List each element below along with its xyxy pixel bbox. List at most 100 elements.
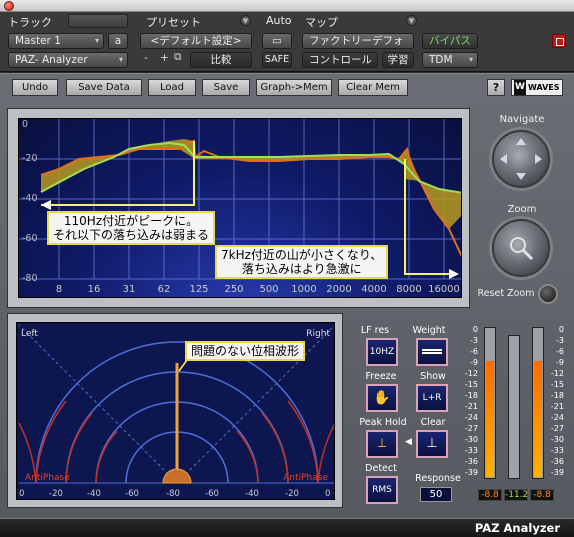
meter-left-readout[interactable]: -8.8 bbox=[478, 489, 502, 501]
show-button[interactable]: L+R bbox=[416, 384, 448, 412]
navigate-pad[interactable] bbox=[492, 130, 550, 188]
phase-scale-tick: -20 bbox=[285, 489, 299, 499]
show-label: Show bbox=[420, 371, 446, 382]
pro-tools-plugin-header: トラック プリセット ▼ Auto マップ ▼ Master 1 ▾ a PAZ-… bbox=[0, 12, 574, 72]
annotation-high-frequency: 7kHz付近の山が小さくなり、 落ち込みはより急激に bbox=[215, 245, 389, 279]
load-button[interactable]: Load bbox=[148, 79, 196, 96]
weight-button[interactable] bbox=[416, 338, 448, 366]
meter-scale-tick: -3 bbox=[470, 336, 478, 345]
meter-left-fill bbox=[486, 360, 494, 477]
x-tick: 8 bbox=[55, 284, 63, 295]
map-menu-arrow-icon[interactable]: ▼ bbox=[406, 15, 417, 26]
x-tick: 500 bbox=[259, 284, 279, 295]
navigate-label: Navigate bbox=[499, 114, 545, 125]
meter-scale-tick: 0 bbox=[472, 325, 478, 334]
auto-caption: Auto bbox=[266, 14, 292, 27]
tdm-select[interactable]: TDM ▾ bbox=[422, 52, 478, 68]
magnifier-icon bbox=[510, 237, 534, 261]
clear-mem-button[interactable]: Clear Mem bbox=[338, 79, 408, 96]
detect-button[interactable]: RMS bbox=[366, 476, 398, 504]
factory-default-label: ファクトリーデフォ bbox=[309, 35, 404, 47]
zoom-knob[interactable] bbox=[492, 219, 550, 277]
meter-scale-right: 0 -3 -6 -9 -12 -15 -18 -21 -24 -27 -30 -… bbox=[548, 325, 566, 477]
meter-scale-tick: -36 bbox=[550, 457, 564, 466]
freeze-button[interactable]: ✋ bbox=[366, 384, 398, 412]
meter-scale-tick: -6 bbox=[470, 347, 478, 356]
track-channel-button[interactable]: a bbox=[108, 33, 128, 49]
phase-scale-tick: -60 bbox=[125, 489, 139, 499]
preset-minus-button[interactable]: - bbox=[144, 52, 148, 64]
meter-right bbox=[532, 327, 544, 479]
meter-right-readout[interactable]: -8.8 bbox=[530, 489, 554, 501]
compare-button[interactable]: 比較 bbox=[190, 52, 252, 68]
x-tick: 16 bbox=[87, 284, 101, 295]
waves-logo: WAVES bbox=[511, 79, 563, 96]
reset-zoom-button[interactable] bbox=[538, 284, 558, 304]
phase-base-icon bbox=[162, 468, 192, 484]
phase-right-label: Right bbox=[306, 329, 330, 339]
x-tick: 16000 bbox=[428, 284, 460, 295]
phase-meter-screen[interactable]: Left Right AntiPhase AntiPhase 問題のない位相波形… bbox=[16, 322, 335, 500]
plugin-footer: PAZ Analyzer bbox=[0, 518, 574, 537]
automation-window-button[interactable]: ▭ bbox=[262, 33, 292, 49]
help-button[interactable]: ? bbox=[487, 79, 505, 96]
plugin-select[interactable]: PAZ- Analyzer ▾ bbox=[8, 52, 128, 68]
meter-scale-tick: -15 bbox=[550, 380, 564, 389]
annotation-line: それ以下の落ち込みは弱まる bbox=[53, 228, 210, 242]
freeze-label: Freeze bbox=[365, 371, 397, 382]
meter-scale-tick: -33 bbox=[464, 446, 478, 455]
meter-scale-tick: -3 bbox=[556, 336, 564, 345]
preset-select[interactable]: <デフォルト設定> bbox=[140, 33, 252, 49]
frequency-analyzer-screen[interactable]: 0 -20 -40 -60 -80 8 16 31 62 125 250 500… bbox=[18, 118, 462, 298]
undo-button[interactable]: Undo bbox=[12, 79, 58, 96]
annotation-phase: 問題のない位相波形 bbox=[185, 341, 306, 361]
copy-settings-icon[interactable]: ⧉ bbox=[174, 51, 182, 64]
antiphase-right-label: AntiPhase bbox=[283, 473, 328, 483]
meter-scale-tick: -27 bbox=[550, 424, 564, 433]
graph-to-mem-button[interactable]: Graph->Mem bbox=[256, 79, 332, 96]
learn-button[interactable]: 学習 bbox=[382, 52, 414, 68]
peak-hold-button[interactable]: ⟂ bbox=[366, 430, 398, 458]
safe-button[interactable]: SAFE bbox=[262, 52, 292, 68]
clear-peak-button[interactable]: ⊥ bbox=[416, 430, 448, 458]
preset-plus-button[interactable]: + bbox=[160, 52, 169, 64]
antiphase-arc bbox=[287, 400, 319, 484]
meter-mid-readout[interactable]: -11.2 bbox=[504, 489, 528, 501]
x-tick: 250 bbox=[224, 284, 244, 295]
window-icon: ▭ bbox=[272, 35, 282, 47]
phase-scale-tick: -40 bbox=[87, 489, 101, 499]
meter-right-fill bbox=[534, 360, 542, 477]
meter-scale-tick: -21 bbox=[464, 402, 478, 411]
control-select[interactable]: コントロール bbox=[302, 52, 378, 68]
y-tick: -20 bbox=[22, 153, 38, 164]
save-button[interactable]: Save bbox=[202, 79, 250, 96]
clear-icon: ⊥ bbox=[426, 436, 438, 451]
preset-name: <デフォルト設定> bbox=[150, 35, 242, 47]
meter-scale-tick: -12 bbox=[550, 369, 564, 378]
phase-scale-tick: -40 bbox=[245, 489, 259, 499]
meter-scale-tick: -9 bbox=[470, 358, 478, 367]
arrow-left-icon bbox=[41, 200, 51, 210]
antiphase-arc bbox=[95, 430, 118, 484]
close-plugin-icon[interactable] bbox=[552, 34, 566, 48]
save-data-button[interactable]: Save Data bbox=[66, 79, 142, 96]
analyzer-controls: LF res 10HZ Weight Freeze ✋ Show L+R Pea… bbox=[348, 313, 461, 508]
meter-scale-tick: -24 bbox=[550, 413, 564, 422]
meter-correlation bbox=[508, 335, 520, 479]
phase-scale-tick: 0 bbox=[19, 489, 25, 499]
bypass-button[interactable]: バイパス bbox=[422, 33, 478, 49]
weight-flat-icon bbox=[422, 349, 442, 354]
meter-scale-tick: -18 bbox=[464, 391, 478, 400]
factory-default-select[interactable]: ファクトリーデフォ bbox=[302, 33, 414, 49]
paz-analyzer-plugin: Undo Save Data Load Save Graph->Mem Clea… bbox=[0, 73, 574, 537]
phase-left-label: Left bbox=[21, 329, 38, 339]
preset-menu-arrow-icon[interactable]: ▼ bbox=[240, 15, 251, 26]
window-close-button[interactable] bbox=[4, 1, 14, 11]
track-name: Master 1 bbox=[15, 35, 61, 47]
lf-res-button[interactable]: 10HZ bbox=[366, 338, 398, 366]
meter-left bbox=[484, 327, 496, 479]
annotation-low-frequency: 110Hz付近がピークに。 それ以下の落ち込みは弱まる bbox=[47, 211, 216, 245]
response-value[interactable]: 50 bbox=[420, 487, 452, 502]
track-select[interactable]: Master 1 ▾ bbox=[8, 33, 104, 49]
x-tick: 125 bbox=[189, 284, 209, 295]
